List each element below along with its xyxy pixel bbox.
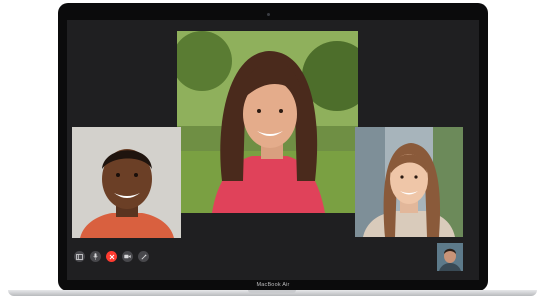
sidebar-button[interactable] (74, 251, 85, 262)
camera-toggle-button[interactable] (122, 251, 133, 262)
call-controls (74, 250, 149, 264)
participant-video-left (72, 127, 181, 238)
mute-button[interactable] (90, 251, 101, 262)
video-tile-right[interactable] (355, 127, 463, 237)
participant-video-right (355, 127, 463, 237)
self-view-video (437, 243, 463, 271)
device-model-label: MacBook Air (256, 282, 290, 288)
sidebar-icon (76, 253, 83, 260)
camera-toggle-icon (124, 254, 131, 259)
webcam (267, 13, 270, 16)
end-call-button[interactable] (106, 251, 117, 262)
mute-mic-icon (93, 253, 98, 260)
laptop-base-notch (248, 290, 296, 293)
video-tile-left[interactable] (72, 127, 181, 238)
video-tile-center[interactable] (177, 31, 358, 213)
end-call-icon (109, 254, 114, 259)
self-view-tile[interactable] (437, 243, 463, 271)
effects-button[interactable] (138, 251, 149, 262)
effects-icon (140, 254, 146, 260)
participant-video-center (177, 31, 358, 213)
